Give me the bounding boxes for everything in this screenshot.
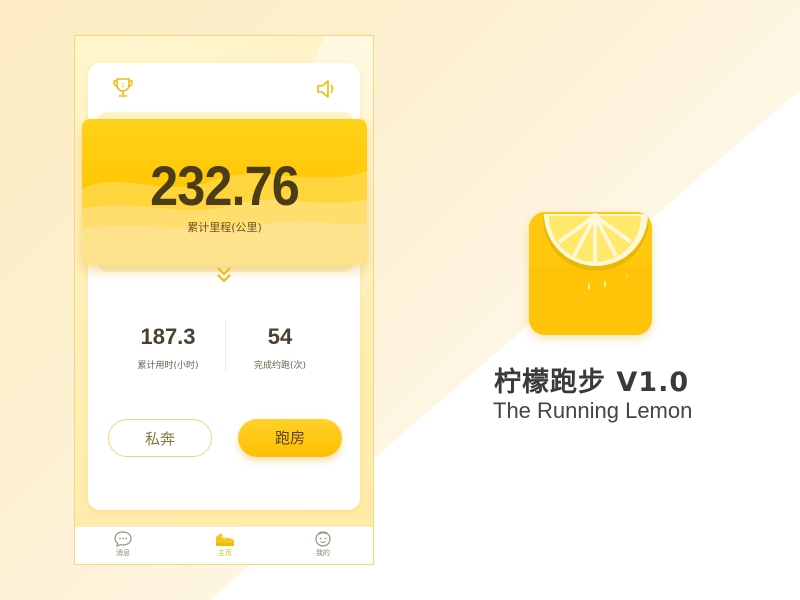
private-run-button[interactable]: 私奔 bbox=[108, 419, 212, 457]
completed-runs-stat: 54 完成约跑(次) bbox=[225, 324, 335, 371]
total-distance-label: 累计里程(公里) bbox=[187, 221, 262, 234]
completed-runs-label: 完成约跑(次) bbox=[253, 361, 307, 371]
completed-runs-value: 54 bbox=[267, 324, 293, 349]
svg-text:1: 1 bbox=[121, 82, 125, 89]
shoe-icon bbox=[216, 533, 234, 546]
app-title: 柠檬跑步 V1.0 bbox=[494, 367, 690, 398]
tab-home[interactable]: 主页 bbox=[195, 527, 255, 564]
tab-home-label: 主页 bbox=[218, 549, 232, 557]
total-distance-value: 232.76 bbox=[150, 154, 300, 217]
speaker-icon[interactable] bbox=[315, 78, 339, 100]
total-time-stat: 187.3 累计用时(小时) bbox=[113, 324, 223, 371]
tab-mine[interactable]: 我的 bbox=[293, 527, 353, 564]
tab-messages-label: 消息 bbox=[116, 549, 130, 557]
total-time-value: 187.3 bbox=[140, 324, 196, 349]
trophy-icon[interactable]: 1 bbox=[111, 76, 135, 100]
phone-screen: 1 232.76 累计里程(公里) 187.3 累计用时(小时) 54 完成约跑… bbox=[74, 35, 374, 565]
tab-mine-label: 我的 bbox=[316, 549, 330, 557]
app-subtitle: The Running Lemon bbox=[493, 398, 693, 423]
app-icon bbox=[529, 212, 652, 335]
lemon-slice-icon bbox=[529, 212, 652, 335]
total-time-label: 累计用时(小时) bbox=[137, 361, 199, 371]
face-icon bbox=[315, 531, 331, 547]
tab-bar: 消息 主页 我的 bbox=[75, 526, 373, 564]
run-room-button[interactable]: 跑房 bbox=[238, 419, 342, 457]
tab-messages[interactable]: 消息 bbox=[93, 527, 153, 564]
expand-chevron-icon[interactable] bbox=[216, 266, 232, 284]
chat-icon bbox=[114, 531, 132, 547]
total-distance-card[interactable]: 232.76 累计里程(公里) bbox=[82, 119, 367, 265]
